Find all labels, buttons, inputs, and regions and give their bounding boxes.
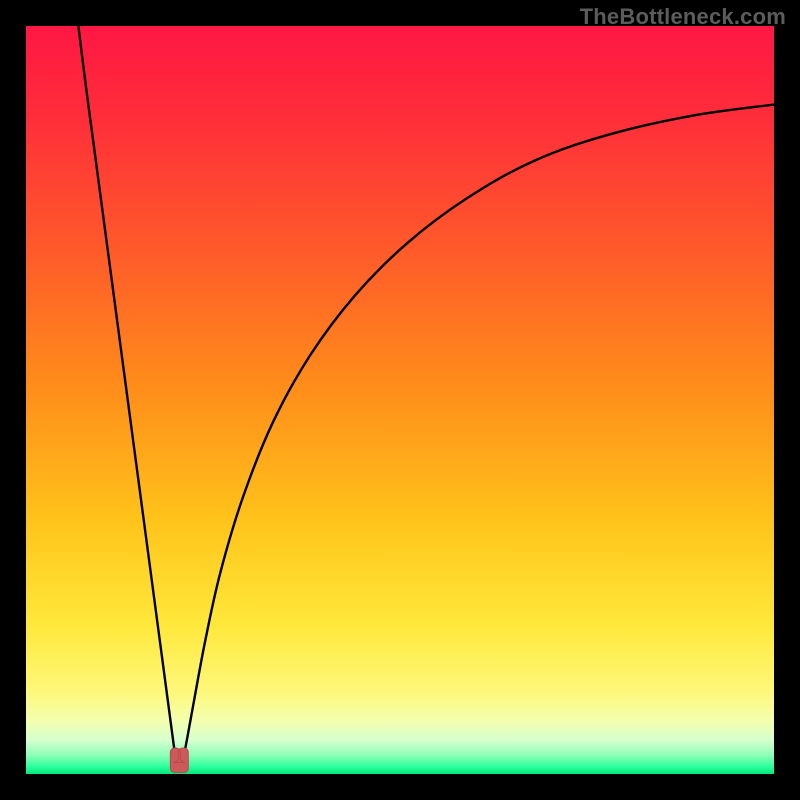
chart-container: TheBottleneck.com xyxy=(0,0,800,800)
watermark-text: TheBottleneck.com xyxy=(580,4,786,30)
gradient-background xyxy=(26,26,774,774)
bottleneck-chart xyxy=(26,26,774,774)
minimum-marker xyxy=(170,748,188,772)
